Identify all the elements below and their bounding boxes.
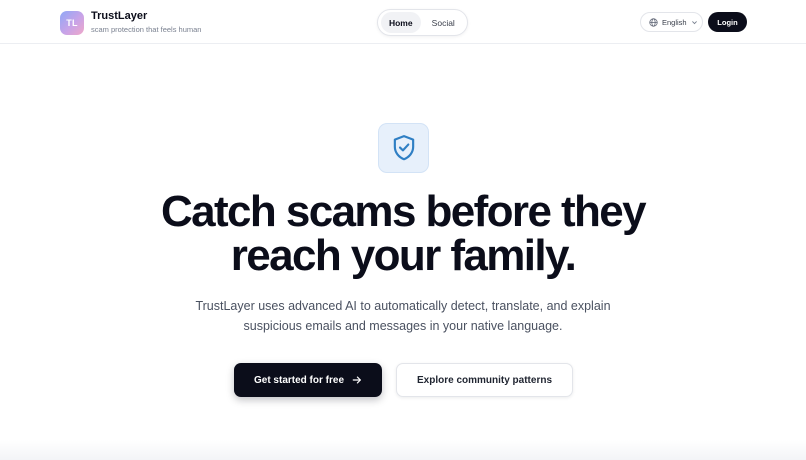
headline-line-2: reach your family. xyxy=(230,231,577,280)
hero-subtext: TrustLayer uses advanced AI to automatic… xyxy=(0,296,806,336)
hero-headline: Catch scams before they reach your famil… xyxy=(0,190,806,278)
globe-icon xyxy=(649,17,658,27)
shield-badge xyxy=(378,123,429,173)
headline-line-1: Catch scams before they xyxy=(160,187,647,236)
tab-home[interactable]: Home xyxy=(381,12,421,33)
logo-initials: TL xyxy=(66,17,78,28)
arrow-right-icon xyxy=(352,376,361,384)
brand[interactable]: TL TrustLayer scam protection that feels… xyxy=(60,10,201,35)
tab-social[interactable]: Social xyxy=(423,12,464,33)
bottom-fade xyxy=(0,440,806,460)
subtext-line-1: TrustLayer uses advanced AI to automatic… xyxy=(195,299,611,313)
shield-check-icon xyxy=(393,135,414,161)
get-started-button[interactable]: Get started for free xyxy=(234,363,382,397)
language-label: English xyxy=(662,17,687,27)
page: TL TrustLayer scam protection that feels… xyxy=(0,0,806,460)
explore-community-button[interactable]: Explore community patterns xyxy=(396,363,573,397)
brand-tagline: scam protection that feels human xyxy=(91,25,202,34)
login-button[interactable]: Login xyxy=(708,12,747,32)
get-started-label: Get started for free xyxy=(253,374,345,386)
language-select[interactable]: English xyxy=(640,12,703,32)
brand-text: TrustLayer scam protection that feels hu… xyxy=(91,10,201,35)
chevron-down-icon xyxy=(691,20,697,24)
subtext-line-2: suspicious emails and messages in your n… xyxy=(243,319,563,333)
main-nav: Home Social xyxy=(377,9,468,36)
brand-name: TrustLayer xyxy=(91,10,148,22)
top-nav-bar: TL TrustLayer scam protection that feels… xyxy=(0,0,806,44)
brand-logo: TL xyxy=(60,10,84,35)
